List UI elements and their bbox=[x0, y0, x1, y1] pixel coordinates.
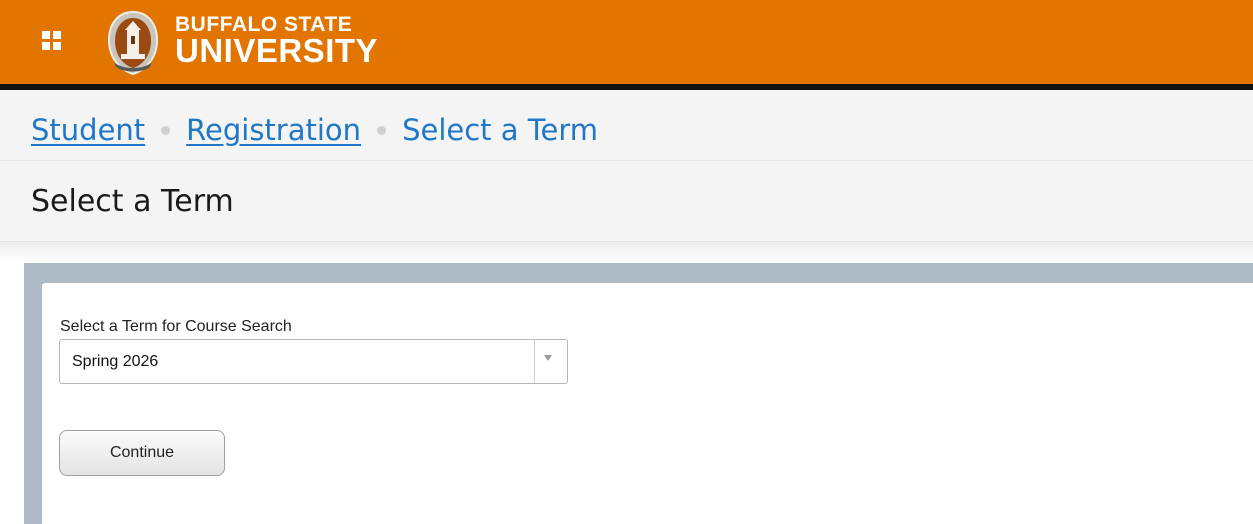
breadcrumb-separator-icon bbox=[161, 125, 171, 135]
app-grid-icon[interactable] bbox=[42, 31, 62, 51]
page-title: Select a Term bbox=[31, 184, 234, 219]
term-select[interactable]: Spring 2026 bbox=[59, 339, 568, 384]
breadcrumb: Student Registration Select a Term bbox=[31, 113, 598, 147]
breadcrumb-registration-link[interactable]: Registration bbox=[186, 113, 361, 147]
term-select-value: Spring 2026 bbox=[72, 353, 159, 370]
continue-button[interactable]: Continue bbox=[59, 430, 225, 476]
breadcrumb-current: Select a Term bbox=[402, 113, 599, 147]
term-select-label: Select a Term for Course Search bbox=[60, 318, 292, 335]
logo-line-2: UNIVERSITY bbox=[175, 32, 379, 69]
title-shadow bbox=[0, 242, 1253, 263]
university-logo[interactable]: BUFFALO STATE UNIVERSITY bbox=[175, 14, 378, 67]
university-seal-icon bbox=[107, 10, 159, 76]
breadcrumb-separator-icon bbox=[377, 125, 387, 135]
site-header: BUFFALO STATE UNIVERSITY bbox=[0, 0, 1253, 84]
chevron-down-icon[interactable] bbox=[544, 355, 552, 361]
select-divider bbox=[534, 340, 535, 383]
breadcrumb-student-link[interactable]: Student bbox=[31, 113, 145, 147]
